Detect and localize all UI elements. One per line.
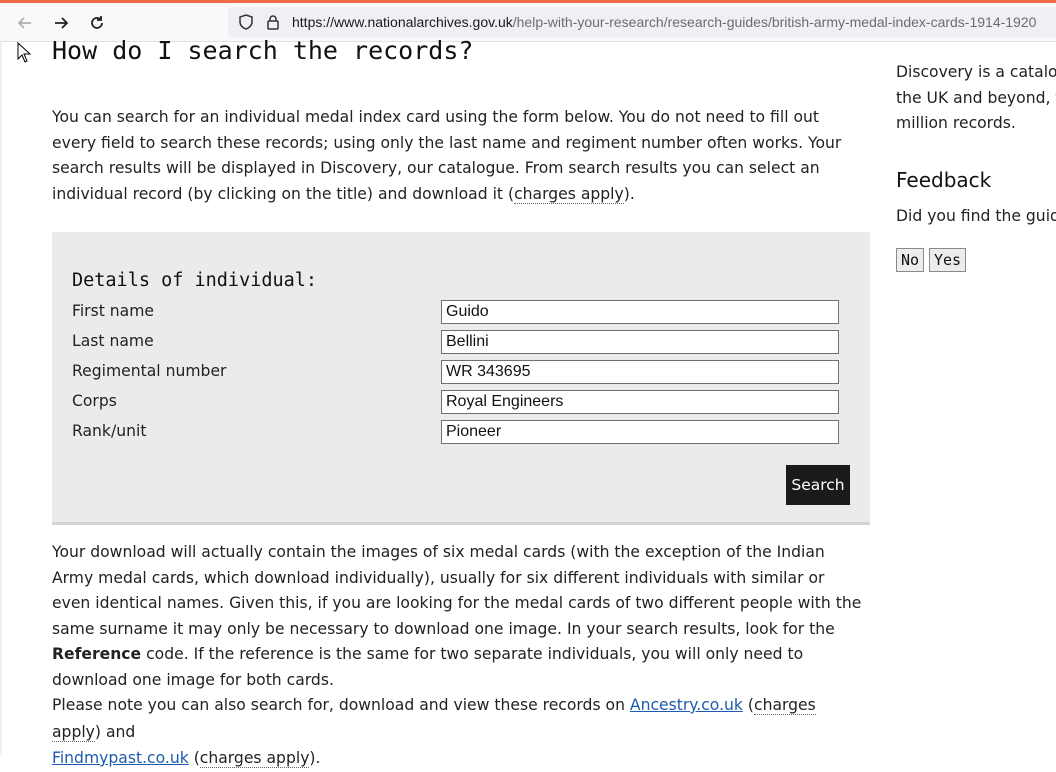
window-edge [0, 42, 2, 755]
back-icon[interactable] [14, 12, 36, 34]
intro-paragraph: You can search for an individual medal i… [52, 105, 867, 207]
intro-text: You can search for an individual medal i… [52, 108, 842, 203]
field-regimental-number: Regimental number WR 343695 [72, 360, 852, 386]
reference-term: Reference [52, 645, 142, 664]
first-name-input[interactable]: Guido [441, 300, 839, 324]
download-text-end: code. If the reference is the same for t… [52, 645, 804, 689]
field-last-name: Last name Bellini [72, 330, 852, 356]
download-paragraph: Your download will actually contain the … [52, 540, 867, 694]
sidebar-line-2: the UK and beyond, fr [896, 88, 1056, 107]
note-text-2: ( [742, 696, 754, 714]
mouse-cursor-icon [17, 41, 33, 68]
sidebar-line-3: million records. [896, 114, 1016, 133]
note-text-5: ). [309, 749, 321, 767]
download-text: Your download will actually contain the … [52, 543, 862, 638]
note-paragraph: Please note you can also search for, dow… [52, 692, 867, 772]
note-text: Please note you can also search for, dow… [52, 696, 630, 714]
rank-unit-label: Rank/unit [72, 422, 147, 440]
form-legend: Details of individual: [72, 270, 318, 291]
field-rank-unit: Rank/unit Pioneer [72, 420, 852, 446]
ancestry-link[interactable]: Ancestry.co.uk [630, 696, 743, 714]
feedback-no-button[interactable]: No [896, 248, 925, 272]
search-form: Details of individual: First name Guido … [52, 232, 870, 525]
regimental-number-label: Regimental number [72, 362, 227, 380]
sidebar-line-1: Discovery is a catalogu [896, 63, 1056, 81]
url-domain: https://www.nationalarchives.gov.uk [292, 14, 513, 30]
intro-text-end: ). [623, 184, 635, 203]
first-name-label: First name [72, 302, 154, 320]
charges-apply-note-2[interactable]: charges apply [199, 749, 310, 768]
page-heading: How do I search the records? [52, 36, 474, 65]
reload-icon[interactable] [86, 12, 108, 34]
sidebar-discovery-text: Discovery is a catalogu the UK and beyond… [896, 60, 1056, 137]
feedback-yes-button[interactable]: Yes [929, 248, 967, 272]
field-corps: Corps Royal Engineers [72, 390, 852, 416]
corps-input[interactable]: Royal Engineers [441, 390, 839, 414]
search-button[interactable]: Search [786, 465, 850, 505]
last-name-label: Last name [72, 332, 154, 350]
tracking-protection-icon[interactable] [238, 14, 254, 30]
note-text-3: ) and [94, 722, 136, 741]
field-first-name: First name Guido [72, 300, 852, 326]
regimental-number-input[interactable]: WR 343695 [441, 360, 839, 384]
lock-icon[interactable] [265, 14, 281, 30]
sidebar: Discovery is a catalogu the UK and beyond… [896, 0, 1056, 755]
forward-icon[interactable] [50, 12, 72, 34]
charges-apply-note[interactable]: charges apply [514, 184, 624, 204]
rank-unit-input[interactable]: Pioneer [441, 420, 839, 444]
feedback-question: Did you find the guida [896, 207, 1056, 225]
corps-label: Corps [72, 392, 117, 410]
note-text-4: ( [188, 749, 200, 767]
last-name-input[interactable]: Bellini [441, 330, 839, 354]
findmypast-link[interactable]: Findmypast.co.uk [52, 749, 189, 767]
feedback-heading: Feedback [896, 168, 992, 192]
